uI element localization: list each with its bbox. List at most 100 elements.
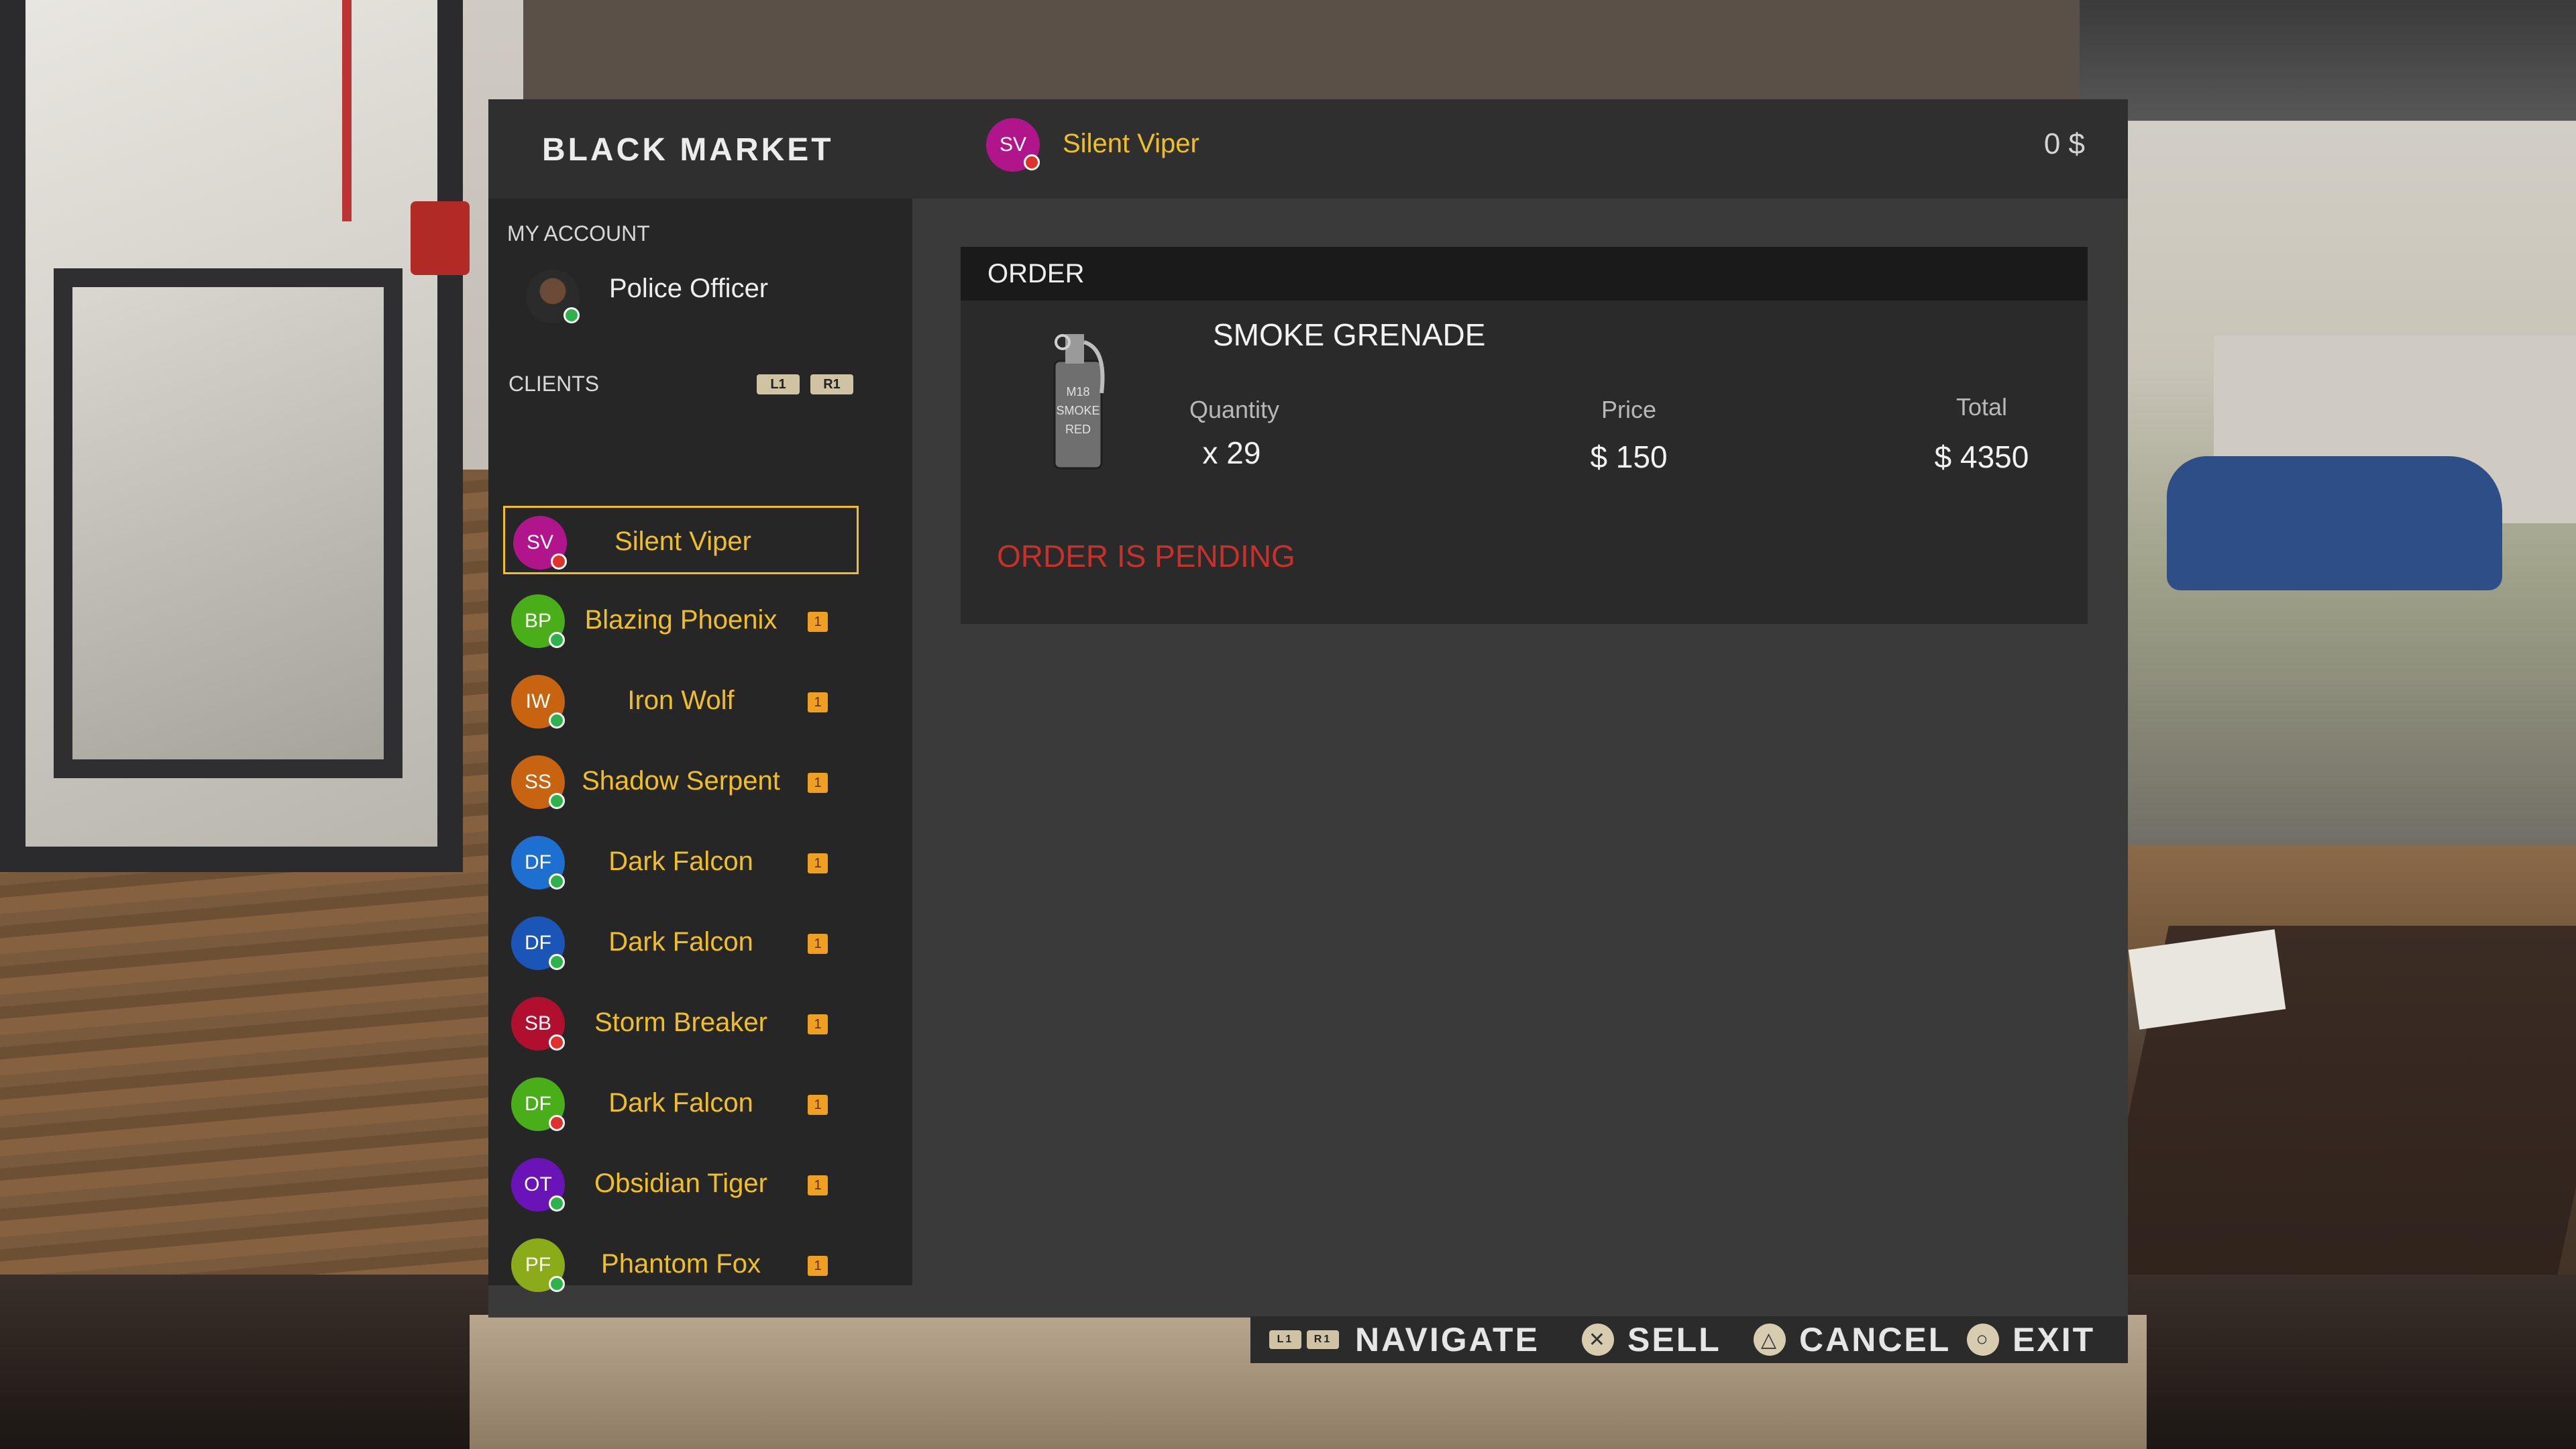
header-user-name: Silent Viper xyxy=(1063,129,1199,158)
cross-button-icon: ✕ xyxy=(1582,1324,1614,1356)
client-initials: IW xyxy=(525,690,551,712)
balance: 0 $ xyxy=(2043,127,2085,160)
order-status: ORDER IS PENDING xyxy=(997,539,1295,574)
exit-label: EXIT xyxy=(2012,1321,2096,1358)
navigate-label: NAVIGATE xyxy=(1355,1321,1540,1358)
client-row[interactable]: DF Dark Falcon 1 xyxy=(503,1069,859,1138)
quantity-value: x 29 xyxy=(1202,435,1261,470)
client-row[interactable]: PF Phantom Fox 1 xyxy=(503,1230,859,1299)
navigate-hint[interactable]: L1 R1 NAVIGATE xyxy=(1269,1321,1540,1358)
unread-badge: 1 xyxy=(808,1256,828,1276)
clients-label: CLIENTS xyxy=(508,372,600,396)
order-header-label: ORDER xyxy=(987,259,1085,288)
client-avatar: BP xyxy=(511,594,565,648)
unread-badge: 1 xyxy=(808,934,828,954)
client-name: Silent Viper xyxy=(614,527,751,556)
unread-badge: 1 xyxy=(808,692,828,712)
client-row[interactable]: OT Obsidian Tiger 1 xyxy=(503,1150,859,1218)
quantity-label: Quantity xyxy=(1189,396,1280,423)
prev-client-button[interactable]: L1 xyxy=(757,374,800,394)
status-dot-offline xyxy=(1024,154,1040,170)
client-name: Storm Breaker xyxy=(594,1008,767,1037)
exit-button[interactable]: ○ EXIT xyxy=(1967,1321,2096,1358)
total-label: Total xyxy=(1955,393,2008,421)
fire-alarm xyxy=(411,201,470,275)
grenade-label-line-1: M18 xyxy=(1066,385,1089,398)
client-row[interactable]: BP Blazing Phoenix 1 xyxy=(503,586,859,655)
status-dot-online xyxy=(564,307,580,323)
sidebar: MY ACCOUNT Police Officer CLIENTS L1 R1 … xyxy=(488,199,912,1292)
status-dot-online xyxy=(549,793,565,809)
unread-badge: 1 xyxy=(808,612,828,632)
client-initials: DF xyxy=(525,851,551,873)
cancel-button[interactable]: △ CANCEL xyxy=(1754,1321,1951,1358)
order-header: ORDER xyxy=(961,247,2088,301)
client-avatar: DF xyxy=(511,836,565,890)
header-avatar: SV xyxy=(986,118,1040,172)
window-inner xyxy=(54,268,402,778)
unread-badge: 1 xyxy=(808,853,828,873)
r1-button-icon: R1 xyxy=(1307,1330,1339,1349)
grenade-label-line-2: SMOKE xyxy=(1056,404,1099,417)
status-dot-online xyxy=(549,1195,565,1212)
roof-beam xyxy=(2080,0,2576,121)
next-client-button[interactable]: R1 xyxy=(810,374,853,394)
client-avatar: OT xyxy=(511,1158,565,1212)
client-name: Obsidian Tiger xyxy=(594,1169,767,1198)
unread-badge: 1 xyxy=(808,1095,828,1115)
client-avatar: IW xyxy=(511,675,565,729)
price-value: $ 150 xyxy=(1590,439,1668,474)
status-dot-offline xyxy=(549,1115,565,1131)
status-dot-online xyxy=(549,1276,565,1292)
client-avatar: DF xyxy=(511,916,565,970)
client-initials: SS xyxy=(524,771,552,793)
total-value: $ 4350 xyxy=(1934,439,2029,474)
smoke-grenade-icon: M18 SMOKE RED xyxy=(1053,334,1105,470)
client-name: Blazing Phoenix xyxy=(584,605,777,635)
client-name: Dark Falcon xyxy=(608,847,753,876)
l1-button-icon: L1 xyxy=(1269,1330,1301,1349)
black-market-panel: BLACK MARKET SV Silent Viper 0 $ MY ACCO… xyxy=(488,99,2128,1318)
status-dot-online xyxy=(549,712,565,729)
client-row[interactable]: DF Dark Falcon 1 xyxy=(503,828,859,896)
client-initials: SB xyxy=(524,1012,552,1034)
car xyxy=(2167,456,2502,590)
client-row[interactable]: IW Iron Wolf 1 xyxy=(503,667,859,735)
client-avatar: DF xyxy=(511,1077,565,1131)
client-initials: OT xyxy=(524,1173,552,1195)
status-dot-online xyxy=(549,954,565,970)
sell-button[interactable]: ✕ SELL xyxy=(1582,1321,1721,1358)
status-dot-online xyxy=(549,632,565,648)
unread-badge: 1 xyxy=(808,1175,828,1195)
client-name: Shadow Serpent xyxy=(582,766,780,796)
client-row[interactable]: SV Silent Viper xyxy=(503,506,859,574)
grenade-label-line-3: RED xyxy=(1065,423,1091,436)
client-initials: DF xyxy=(525,1093,551,1115)
client-avatar: PF xyxy=(511,1238,565,1292)
client-row[interactable]: DF Dark Falcon 1 xyxy=(503,908,859,977)
panel-header: BLACK MARKET SV Silent Viper 0 $ xyxy=(488,99,2128,199)
client-initials: PF xyxy=(525,1254,551,1276)
client-row[interactable]: SS Shadow Serpent 1 xyxy=(503,747,859,816)
price-label: Price xyxy=(1601,396,1657,423)
cancel-label: CANCEL xyxy=(1799,1321,1951,1358)
client-initials: BP xyxy=(524,610,552,632)
client-row[interactable]: SB Storm Breaker 1 xyxy=(503,989,859,1057)
footer-controls: L1 R1 NAVIGATE ✕ SELL △ CANCEL ○ EXIT xyxy=(1250,1316,2128,1363)
circle-button-icon: ○ xyxy=(1967,1324,1999,1356)
client-avatar: SB xyxy=(511,997,565,1051)
status-dot-offline xyxy=(549,1034,565,1051)
client-name: Iron Wolf xyxy=(627,686,735,715)
account-name: Police Officer xyxy=(609,274,769,303)
client-avatar: SS xyxy=(511,755,565,809)
status-dot-online xyxy=(549,873,565,890)
status-dot-offline xyxy=(551,553,567,570)
client-initials: SV xyxy=(526,531,554,553)
triangle-button-icon: △ xyxy=(1754,1324,1786,1356)
client-name: Dark Falcon xyxy=(608,1088,753,1118)
account-avatar xyxy=(526,270,580,323)
client-initials: DF xyxy=(525,932,551,954)
my-account-label: MY ACCOUNT xyxy=(507,221,650,246)
item-name: SMOKE GRENADE xyxy=(1213,317,1486,352)
unread-badge: 1 xyxy=(808,773,828,793)
